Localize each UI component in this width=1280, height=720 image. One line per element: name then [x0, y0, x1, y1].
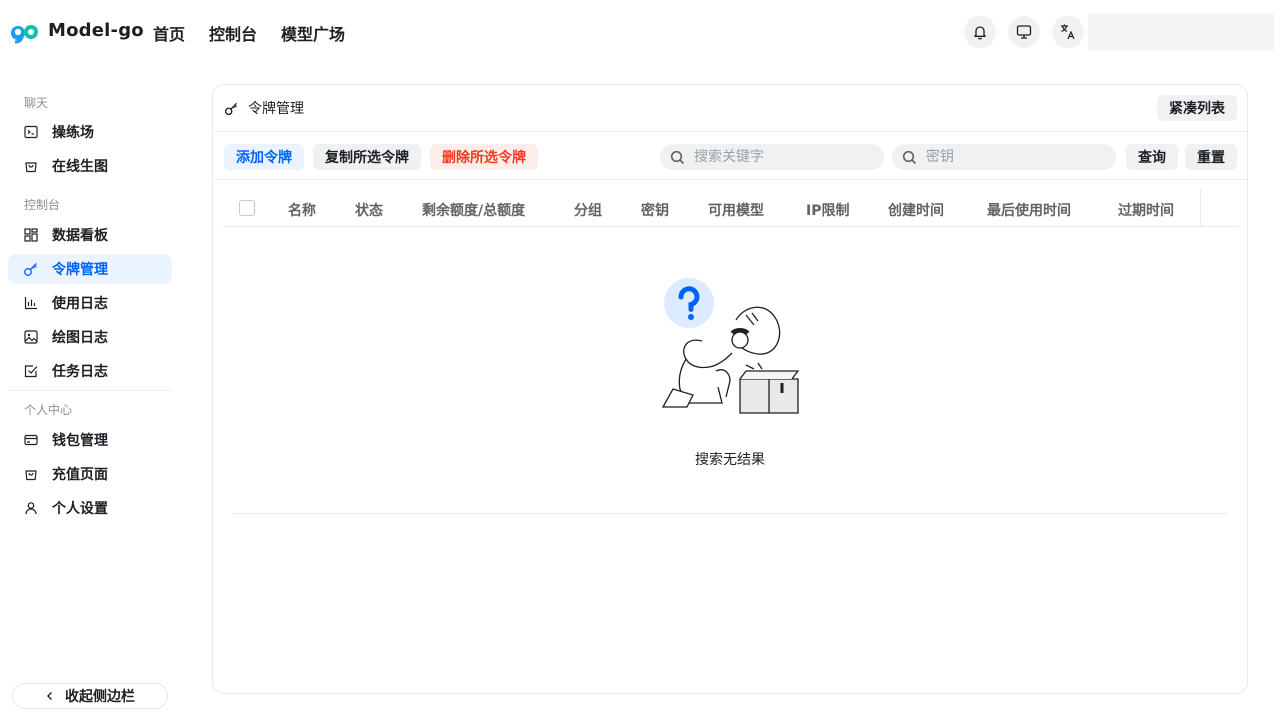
- brand-name[interactable]: Model-go: [48, 20, 144, 41]
- token-management-card: 令牌管理 紧凑列表 添加令牌 复制所选令牌 删除所选令牌 查询 重置 名称 状态…: [212, 84, 1248, 694]
- sidebar-section-personal: 个人中心: [24, 403, 73, 417]
- sidebar-item-label: 在线生图: [52, 159, 108, 175]
- checkbox-icon: [23, 363, 39, 379]
- sidebar-item-label: 任务日志: [52, 364, 108, 380]
- empty-search-illustration: [661, 278, 800, 414]
- nav-model-market[interactable]: 模型广场: [281, 21, 345, 45]
- add-token-button[interactable]: 添加令牌: [224, 144, 304, 170]
- nav-console[interactable]: 控制台: [209, 21, 257, 45]
- top-nav: 首页 控制台 模型广场: [153, 21, 345, 45]
- display-mode-button[interactable]: [1008, 16, 1040, 48]
- sidebar-item-token-management[interactable]: 令牌管理: [8, 254, 172, 284]
- monitor-icon: [1016, 25, 1032, 39]
- bar-chart-icon: [23, 295, 39, 311]
- key-icon: [224, 102, 238, 115]
- chevron-left-icon: [47, 692, 52, 700]
- column-header-key[interactable]: 密钥: [641, 200, 669, 220]
- search-icon: [670, 149, 686, 165]
- select-all-checkbox[interactable]: [239, 200, 255, 216]
- user-icon: [23, 500, 39, 516]
- column-header-last-used[interactable]: 最后使用时间: [987, 200, 1071, 220]
- nav-home[interactable]: 首页: [153, 21, 185, 45]
- table-header: 名称 状态 剩余额度/总额度 分组 密钥 可用模型 IP限制 创建时间 最后使用…: [223, 189, 1238, 227]
- column-header-expires[interactable]: 过期时间: [1118, 200, 1174, 220]
- collapse-sidebar-label: 收起侧边栏: [65, 689, 135, 705]
- sidebar-item-wallet[interactable]: 钱包管理: [8, 425, 172, 455]
- sidebar-item-settings[interactable]: 个人设置: [8, 493, 172, 523]
- delete-selected-tokens-button[interactable]: 删除所选令牌: [430, 144, 538, 170]
- sidebar-item-label: 使用日志: [52, 296, 108, 312]
- language-button[interactable]: [1052, 16, 1084, 48]
- sidebar-item-label: 绘图日志: [52, 330, 108, 346]
- sidebar-item-label: 充值页面: [52, 467, 108, 483]
- column-header-status[interactable]: 状态: [355, 200, 383, 220]
- top-header: Model-go 首页 控制台 模型广场: [0, 0, 1280, 64]
- column-header-quota[interactable]: 剩余额度/总额度: [422, 200, 525, 220]
- sidebar-item-label: 操练场: [52, 125, 94, 141]
- translate-icon: [1061, 24, 1075, 40]
- column-separator: [1200, 189, 1201, 226]
- reset-button[interactable]: 重置: [1185, 144, 1237, 170]
- sidebar-item-label: 钱包管理: [52, 433, 108, 449]
- sidebar-item-label: 个人设置: [52, 501, 108, 517]
- sidebar-item-label: 数据看板: [52, 228, 108, 244]
- sidebar-item-playground[interactable]: 操练场: [8, 117, 172, 147]
- column-header-name[interactable]: 名称: [288, 200, 316, 220]
- table-bottom-divider: [233, 513, 1228, 514]
- sidebar-item-image-gen[interactable]: 在线生图: [8, 151, 172, 181]
- sidebar-item-dashboard[interactable]: 数据看板: [8, 220, 172, 250]
- dashboard-grid-icon: [23, 227, 39, 243]
- bell-icon: [974, 26, 986, 40]
- page-title: 令牌管理: [248, 101, 304, 117]
- sidebar-section-chat: 聊天: [24, 96, 49, 110]
- header-divider: [213, 131, 1247, 132]
- key-search-field[interactable]: [892, 144, 1116, 170]
- copy-selected-tokens-button[interactable]: 复制所选令牌: [313, 144, 421, 170]
- column-header-ip-limit[interactable]: IP限制: [806, 200, 849, 220]
- terminal-icon: [23, 124, 39, 140]
- query-button[interactable]: 查询: [1126, 144, 1178, 170]
- logo-icon[interactable]: [10, 22, 40, 44]
- sidebar-item-task-log[interactable]: 任务日志: [8, 356, 172, 386]
- user-area[interactable]: [1088, 13, 1274, 51]
- sidebar-item-usage-log[interactable]: 使用日志: [8, 288, 172, 318]
- shopping-bag-icon: [23, 466, 39, 482]
- keyword-search-input[interactable]: [694, 149, 874, 165]
- sidebar: 聊天 操练场 在线生图 控制台 数据看板 令牌管理 使用日志 绘图日志 任务日志…: [0, 84, 184, 720]
- compact-list-button[interactable]: 紧凑列表: [1157, 95, 1237, 121]
- notifications-button[interactable]: [964, 16, 996, 48]
- column-header-group[interactable]: 分组: [574, 200, 602, 220]
- image-icon: [23, 329, 39, 345]
- sidebar-section-console: 控制台: [24, 198, 61, 212]
- sidebar-item-drawing-log[interactable]: 绘图日志: [8, 322, 172, 352]
- sidebar-divider: [8, 390, 172, 391]
- toolbar-divider: [213, 179, 1247, 180]
- column-header-models[interactable]: 可用模型: [708, 200, 764, 220]
- key-icon: [23, 261, 39, 277]
- keyword-search-field[interactable]: [660, 144, 884, 170]
- sidebar-item-label: 令牌管理: [52, 262, 108, 278]
- collapse-sidebar-button[interactable]: 收起侧边栏: [12, 683, 168, 709]
- empty-state-text: 搜索无结果: [695, 452, 765, 468]
- credit-card-icon: [23, 432, 39, 448]
- sidebar-item-topup[interactable]: 充值页面: [8, 459, 172, 489]
- card-header: 令牌管理: [224, 98, 304, 118]
- column-header-created[interactable]: 创建时间: [888, 200, 944, 220]
- shopping-bag-icon: [23, 158, 39, 174]
- search-icon: [902, 149, 918, 165]
- key-search-input[interactable]: [926, 149, 1106, 165]
